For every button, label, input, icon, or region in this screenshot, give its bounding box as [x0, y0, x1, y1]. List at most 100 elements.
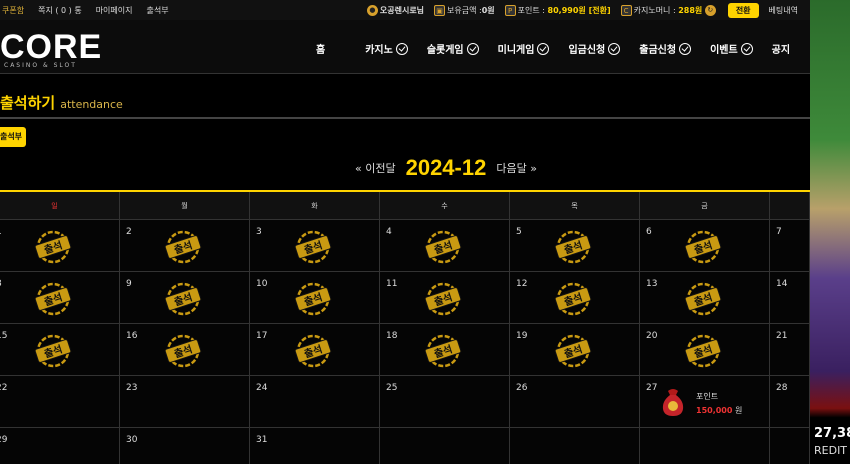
- calendar-day: 22: [0, 376, 120, 427]
- betting-history-link[interactable]: 베팅내역: [769, 5, 798, 16]
- attendance-stamp: 출석: [684, 282, 722, 316]
- refresh-icon[interactable]: ↻: [704, 4, 716, 16]
- day-number: 5: [516, 227, 522, 237]
- points-icon: P: [504, 4, 516, 16]
- main-header: CORE CASINO & SLOT 홈 카지노 슬롯게임 미니게임 입금신청 …: [0, 20, 810, 74]
- day-number: 31: [256, 435, 268, 445]
- calendar-day: 5 출석: [510, 220, 640, 271]
- messages-link[interactable]: 쪽지 ( 0 ) 통: [38, 5, 82, 16]
- calendar-day: 25: [380, 376, 510, 427]
- calendar-day: 11 출석: [380, 272, 510, 323]
- calendar-day: 23: [120, 376, 250, 427]
- attendance-stamp: 출석: [554, 282, 592, 316]
- top-links: 쿠폰함 쪽지 ( 0 ) 통 마이페이지 출석부: [0, 5, 169, 16]
- calendar-day: 20 출석: [640, 324, 770, 375]
- day-number: 27: [646, 383, 658, 393]
- reward: 포인트 150,000 원: [660, 385, 750, 421]
- day-number: 30: [126, 435, 138, 445]
- reward-amount: 150,000 원: [696, 406, 743, 415]
- day-number: 22: [0, 383, 8, 393]
- weekday-header: 월: [120, 192, 250, 219]
- calendar-body: 1 출석 2 출석 3 출석 4 출석 5 출석 6 출석 7 8 출석 9 출석 10 출석 11 출석 12 출석 13 출…: [0, 220, 810, 464]
- nav-deposit[interactable]: 입금신청: [568, 41, 621, 56]
- attendance-stamp: 출석: [164, 282, 202, 316]
- calendar-day: 19 출석: [510, 324, 640, 375]
- casino-money-icon: C: [620, 4, 632, 16]
- calendar-day: [510, 428, 640, 464]
- day-number: 19: [516, 331, 528, 341]
- day-number: 23: [126, 383, 138, 393]
- calendar-day: 18 출석: [380, 324, 510, 375]
- day-number: 13: [646, 279, 658, 289]
- attendance-stamp: 출석: [294, 334, 332, 368]
- calendar-day: 1 출석: [0, 220, 120, 271]
- calendar-day: 7: [770, 220, 810, 271]
- prev-month-link[interactable]: « 이전달: [355, 160, 396, 176]
- attendance-stamp: 출석: [164, 334, 202, 368]
- day-number: 7: [776, 227, 782, 237]
- calendar-week: 1 출석 2 출석 3 출석 4 출석 5 출석 6 출석 7: [0, 220, 810, 272]
- user-nickname: ● 오공렌시로님: [366, 4, 424, 16]
- attendance-stamp: 출석: [34, 282, 72, 316]
- nav-minigame[interactable]: 미니게임: [498, 41, 550, 56]
- side-banner-number: 27,38: [814, 426, 850, 441]
- calendar-day: 17 출석: [250, 324, 380, 375]
- user-info: ● 오공렌시로님 ▣ 보유금액 :0원 P 포인트 : 80,990원 [전환] C카…: [366, 0, 798, 20]
- coupon-link[interactable]: 쿠폰함: [2, 5, 24, 16]
- day-number: 16: [126, 331, 138, 341]
- side-banner[interactable]: 27,38 REDIT: [810, 0, 850, 464]
- nav-event[interactable]: 이벤트: [710, 41, 753, 56]
- page-title-en: attendance: [60, 98, 123, 111]
- calendar-day: 28: [770, 376, 810, 427]
- day-number: 17: [256, 331, 268, 341]
- calendar-day: 6 출석: [640, 220, 770, 271]
- attendance-link[interactable]: 출석부: [147, 5, 169, 16]
- nav-slot[interactable]: 슬롯게임: [427, 41, 479, 56]
- side-banner-text: REDIT: [814, 444, 848, 457]
- day-number: 15: [0, 331, 8, 341]
- calendar-day: 15 출석: [0, 324, 120, 375]
- attendance-stamp: 출석: [424, 282, 462, 316]
- nav-home[interactable]: 홈: [316, 41, 325, 56]
- points[interactable]: P 포인트 : 80,990원 [전환]: [504, 4, 611, 16]
- exchange-button[interactable]: 전환: [727, 2, 759, 18]
- day-number: 1: [0, 227, 2, 237]
- calendar-day: 13 출석: [640, 272, 770, 323]
- calendar-day: 30: [120, 428, 250, 464]
- weekday-header: 화: [250, 192, 380, 219]
- nav-notice[interactable]: 공지: [772, 41, 790, 56]
- calendar-day: 26: [510, 376, 640, 427]
- nav-withdraw[interactable]: 출금신청: [639, 41, 692, 56]
- calendar-day: 24: [250, 376, 380, 427]
- weekday-header: 수: [380, 192, 510, 219]
- calendar-day: 4 출석: [380, 220, 510, 271]
- day-number: 29: [0, 435, 8, 445]
- day-number: 26: [516, 383, 528, 393]
- calendar-day: 12 출석: [510, 272, 640, 323]
- day-number: 25: [386, 383, 398, 393]
- balance: ▣ 보유금액 :0원: [434, 4, 495, 16]
- calendar-week: 22 23 24 25 26 27 포인트 150,000 원 28: [0, 376, 810, 428]
- next-month-link[interactable]: 다음달 »: [496, 160, 537, 176]
- day-number: 14: [776, 279, 788, 289]
- day-number: 18: [386, 331, 398, 341]
- calendar-day: 31: [250, 428, 380, 464]
- attendance-button[interactable]: 출석부: [0, 127, 26, 147]
- nav-casino[interactable]: 카지노: [365, 41, 408, 56]
- calendar-week: 15 출석 16 출석 17 출석 18 출석 19 출석 20 출석 21: [0, 324, 810, 376]
- attendance-stamp: 출석: [294, 282, 332, 316]
- attendance-stamp: 출석: [684, 230, 722, 264]
- calendar-header: 일월화수목금: [0, 192, 810, 220]
- day-number: 2: [126, 227, 132, 237]
- day-number: 9: [126, 279, 132, 289]
- attendance-stamp: 출석: [34, 230, 72, 264]
- mypage-link[interactable]: 마이페이지: [96, 5, 133, 16]
- calendar-day: [380, 428, 510, 464]
- attendance-stamp: 출석: [684, 334, 722, 368]
- attendance-stamp: 출석: [554, 230, 592, 264]
- day-number: 11: [386, 279, 398, 289]
- title-divider: [0, 117, 810, 119]
- day-number: 3: [256, 227, 262, 237]
- day-number: 21: [776, 331, 788, 341]
- weekday-header: 일: [0, 192, 120, 219]
